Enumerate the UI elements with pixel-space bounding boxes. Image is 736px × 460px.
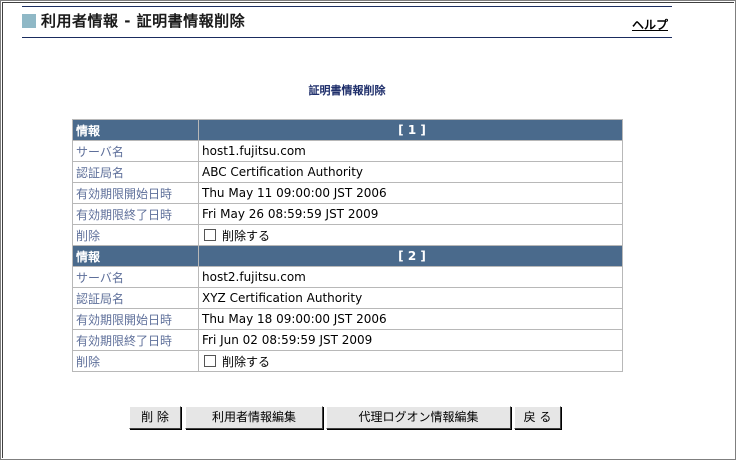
ca-name-value: XYZ Certification Authority [198, 287, 623, 309]
certificate-number: [ 1 ] [198, 119, 623, 141]
help-link[interactable]: ヘルプ [632, 16, 668, 33]
validity-end-value: Fri Jun 02 08:59:59 JST 2009 [198, 329, 623, 351]
table-row: サーバ名 host2.fujitsu.com [72, 266, 623, 288]
certificate-number: [ 2 ] [198, 245, 623, 267]
delete-checkbox[interactable] [204, 354, 216, 367]
table-row: 有効期限終了日時 Fri Jun 02 08:59:59 JST 2009 [72, 329, 623, 351]
button-bar: 削 除 利用者情報編集 代理ログオン情報編集 戻 る [0, 406, 694, 429]
validity-start-label: 有効期限開始日時 [72, 308, 199, 330]
ca-name-label: 認証局名 [72, 161, 199, 183]
delete-label: 削除 [72, 350, 199, 372]
table-row: 有効期限終了日時 Fri May 26 08:59:59 JST 2009 [72, 203, 623, 225]
server-name-value: host1.fujitsu.com [198, 140, 623, 162]
table-row: サーバ名 host1.fujitsu.com [72, 140, 623, 162]
page-header: 利用者情報 - 証明書情報削除 ヘルプ [22, 6, 672, 38]
ca-name-value: ABC Certification Authority [198, 161, 623, 183]
page-title: 利用者情報 - 証明書情報削除 [41, 12, 246, 30]
section-title: 証明書情報削除 [308, 84, 386, 97]
delete-label: 削除 [72, 224, 199, 246]
table-row: 有効期限開始日時 Thu May 18 09:00:00 JST 2006 [72, 308, 623, 330]
delete-checkbox-label[interactable]: 削除する [222, 355, 270, 369]
validity-start-value: Thu May 11 09:00:00 JST 2006 [198, 182, 623, 204]
delete-checkbox[interactable] [204, 228, 216, 241]
table-row: 削除 削除する [72, 350, 623, 372]
validity-end-label: 有効期限終了日時 [72, 329, 199, 351]
table-row: 認証局名 XYZ Certification Authority [72, 287, 623, 309]
back-button[interactable]: 戻 る [514, 406, 561, 429]
validity-end-value: Fri May 26 08:59:59 JST 2009 [198, 203, 623, 225]
validity-start-label: 有効期限開始日時 [72, 182, 199, 204]
delete-option[interactable]: 削除する [198, 350, 623, 372]
server-name-label: サーバ名 [72, 266, 199, 288]
edit-proxy-logon-button[interactable]: 代理ログオン情報編集 [326, 406, 511, 429]
certificate-table: 情報 [ 1 ] サーバ名 host1.fujitsu.com 認証局名 ABC… [72, 119, 623, 372]
server-name-label: サーバ名 [72, 140, 199, 162]
edit-user-info-button[interactable]: 利用者情報編集 [185, 406, 323, 429]
delete-checkbox-label[interactable]: 削除する [222, 229, 270, 243]
validity-end-label: 有効期限終了日時 [72, 203, 199, 225]
info-header-label: 情報 [72, 119, 199, 141]
title-marker-icon [22, 14, 36, 28]
delete-button[interactable]: 削 除 [129, 406, 181, 429]
ca-name-label: 認証局名 [72, 287, 199, 309]
table-row: 認証局名 ABC Certification Authority [72, 161, 623, 183]
validity-start-value: Thu May 18 09:00:00 JST 2006 [198, 308, 623, 330]
table-row: 削除 削除する [72, 224, 623, 246]
server-name-value: host2.fujitsu.com [198, 266, 623, 288]
delete-option[interactable]: 削除する [198, 224, 623, 246]
info-header-label: 情報 [72, 245, 199, 267]
certificate-header-row: 情報 [ 2 ] [72, 245, 623, 267]
table-row: 有効期限開始日時 Thu May 11 09:00:00 JST 2006 [72, 182, 623, 204]
certificate-header-row: 情報 [ 1 ] [72, 119, 623, 141]
